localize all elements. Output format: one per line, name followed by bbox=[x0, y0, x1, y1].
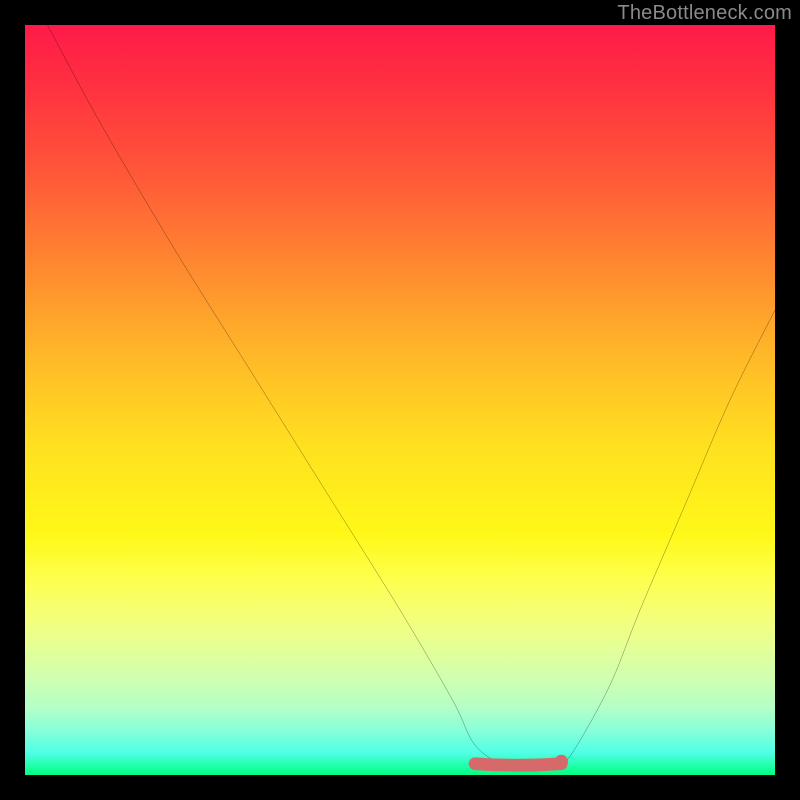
bottleneck-curve bbox=[48, 25, 776, 768]
flat-zone-highlight bbox=[475, 755, 568, 769]
flat-zone-segment bbox=[475, 764, 561, 766]
bottleneck-curve-path bbox=[48, 25, 776, 768]
chart-container: TheBottleneck.com bbox=[0, 0, 800, 800]
watermark-text: TheBottleneck.com bbox=[617, 2, 792, 25]
flat-zone-dot bbox=[555, 755, 569, 769]
chart-svg bbox=[25, 25, 775, 775]
